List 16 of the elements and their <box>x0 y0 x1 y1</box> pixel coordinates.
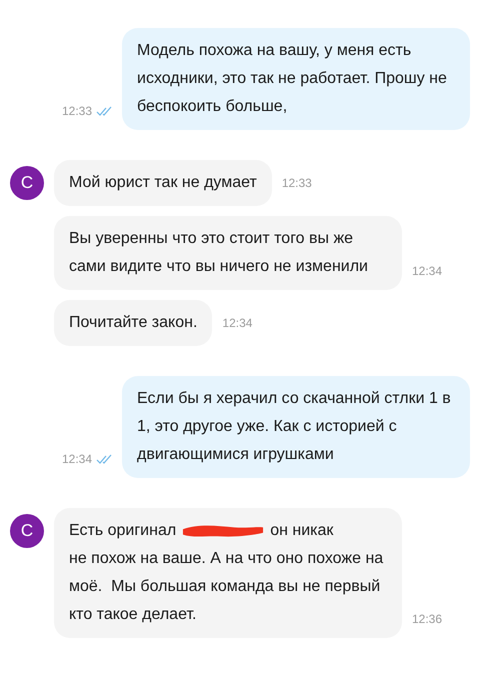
message-text: Если бы я херачил со скачанной стлки 1 в 1, это другое уже. Как с историей с двигающимися игрушками <box>137 390 452 463</box>
message-text: не похож на ваше. А на что оно похоже на моё. Мы большая команда вы не первый кто такое делает. <box>69 549 384 625</box>
message-time: 12:33 <box>62 104 92 118</box>
message-time: 12:34 <box>412 264 442 278</box>
avatar[interactable]: С <box>10 514 44 548</box>
message-time: 12:34 <box>222 316 252 330</box>
message-time: 12:34 <box>62 452 92 466</box>
avatar[interactable]: С <box>10 166 44 200</box>
message-text: Вы уверенны что это стоит того вы же сами видите что вы ничего не изменили <box>69 230 368 275</box>
message-time: 12:36 <box>412 612 442 626</box>
message-text: он никак <box>270 521 334 541</box>
message-text: Мой юрист так не думает <box>69 174 257 191</box>
message-time: 12:33 <box>282 176 312 190</box>
message-text: Модель похожа на вашу, у меня есть исходники, это так не работает. Прошу не беспокоить больше, <box>137 42 448 115</box>
message-text: Почитайте закон. <box>69 314 198 331</box>
message-text: Есть оригинал <box>69 521 176 541</box>
